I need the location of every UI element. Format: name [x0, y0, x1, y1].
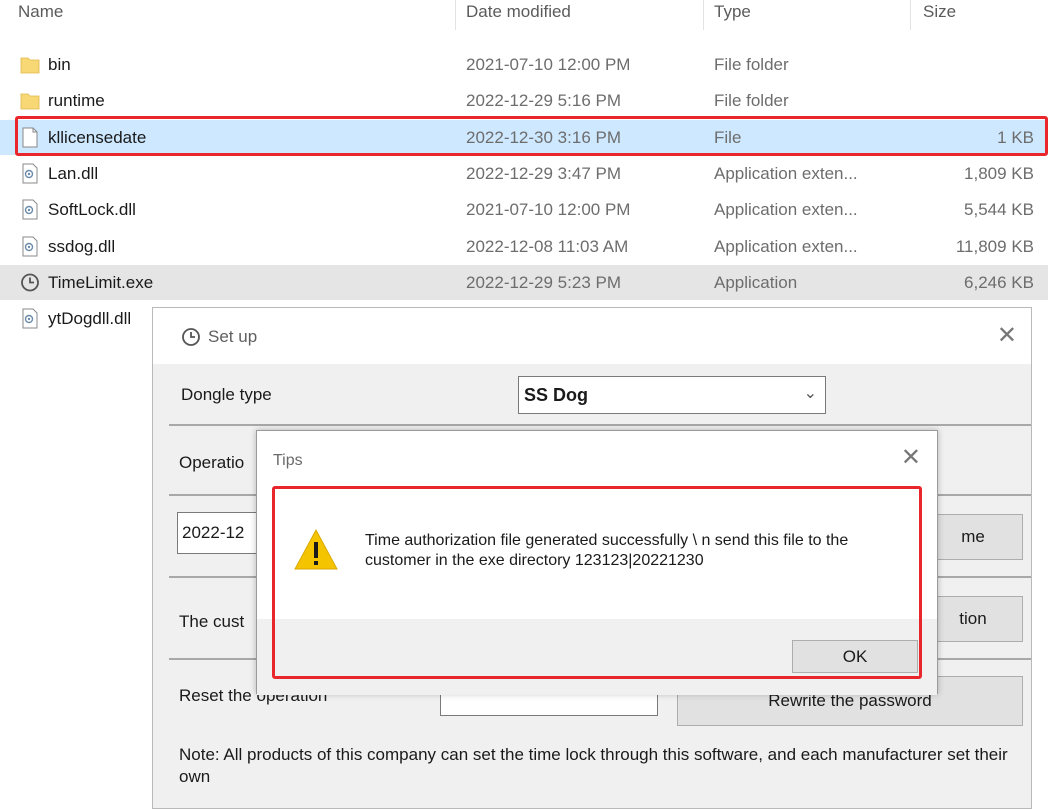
file-name: bin — [48, 55, 71, 74]
file-name: TimeLimit.exe — [48, 273, 154, 292]
folder-icon — [20, 90, 40, 111]
file-date: 2022-12-29 3:47 PM — [466, 164, 621, 183]
file-size: 6,246 KB — [964, 273, 1034, 292]
dongle-type-select[interactable]: SS Dog ⌄ — [518, 376, 826, 414]
file-size: 5,544 KB — [964, 200, 1034, 219]
file-date: 2022-12-08 11:03 AM — [466, 237, 629, 256]
date-input[interactable]: 2022-12 — [177, 512, 267, 554]
customer-operation-button[interactable]: tion — [923, 596, 1023, 642]
set-time-button[interactable]: me — [923, 514, 1023, 560]
file-name: ssdog.dll — [48, 237, 116, 256]
file-type: Application — [714, 273, 798, 292]
dll-icon — [20, 163, 40, 184]
file-date: 2021-07-10 12:00 PM — [466, 200, 631, 219]
column-header-row: Name Date modified Type Size — [0, 0, 1048, 30]
customer-label: The cust — [179, 612, 245, 631]
column-header-type[interactable]: Type — [714, 2, 751, 22]
file-date: 2022-12-29 5:23 PM — [466, 273, 621, 292]
column-divider[interactable] — [455, 0, 456, 30]
file-type: Application exten... — [714, 164, 858, 183]
file-size: 11,809 KB — [955, 237, 1034, 256]
file-date: 2022-12-29 5:16 PM — [466, 91, 621, 110]
close-icon[interactable]: ✕ — [901, 443, 921, 472]
file-type: Application exten... — [714, 237, 858, 256]
file-name: SoftLock.dll — [48, 200, 136, 219]
setup-title: Set up — [208, 327, 258, 346]
file-row[interactable]: SoftLock.dll 2021-07-10 12:00 PM Applicati… — [0, 192, 1048, 227]
column-header-size[interactable]: Size — [923, 2, 956, 22]
highlight-box — [15, 116, 1048, 156]
file-name: ytDogdll.dll — [48, 309, 132, 328]
set-time-button-label: me — [961, 527, 985, 546]
clock-icon — [182, 328, 200, 346]
dll-icon — [20, 308, 40, 329]
file-row[interactable]: TimeLimit.exe 2022-12-29 5:23 PM Applicati… — [0, 265, 1048, 300]
column-header-name[interactable]: Name — [18, 2, 63, 22]
column-header-date[interactable]: Date modified — [466, 2, 571, 22]
dongle-type-value: SS Dog — [524, 385, 589, 405]
file-row[interactable]: runtime 2022-12-29 5:16 PM File folder — [0, 83, 1048, 118]
file-name: Lan.dll — [48, 164, 99, 183]
file-row[interactable]: bin 2021-07-10 12:00 PM File folder — [0, 47, 1048, 82]
file-type: File folder — [714, 91, 789, 110]
close-icon[interactable]: ✕ — [997, 321, 1017, 350]
dll-icon — [20, 199, 40, 220]
clock-icon — [20, 272, 40, 293]
operation-label: Operatio — [179, 453, 245, 472]
chevron-down-icon: ⌄ — [803, 385, 817, 402]
column-divider[interactable] — [703, 0, 704, 30]
divider — [169, 424, 1031, 426]
customer-operation-button-label: tion — [959, 609, 987, 628]
file-name: runtime — [48, 91, 105, 110]
setup-titlebar: Set up ✕ — [153, 308, 1031, 364]
tips-title: Tips — [273, 452, 303, 469]
file-row[interactable]: ssdog.dll 2022-12-08 11:03 AM Application … — [0, 229, 1048, 264]
file-date: 2021-07-10 12:00 PM — [466, 55, 631, 74]
dll-icon — [20, 236, 40, 257]
file-type: Application exten... — [714, 200, 858, 219]
folder-icon — [20, 54, 40, 75]
note-text: Note: All products of this company can s… — [179, 745, 1008, 786]
date-input-value: 2022-12 — [182, 523, 245, 542]
file-row[interactable]: Lan.dll 2022-12-29 3:47 PM Application ext… — [0, 156, 1048, 191]
dongle-type-label: Dongle type — [181, 385, 272, 404]
file-size: 1,809 KB — [964, 164, 1034, 183]
column-divider[interactable] — [910, 0, 911, 30]
file-type: File folder — [714, 55, 789, 74]
highlight-box — [272, 486, 922, 679]
